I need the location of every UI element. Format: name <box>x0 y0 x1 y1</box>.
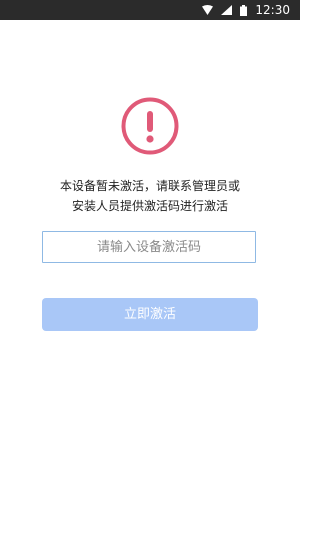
activation-message: 本设备暂未激活，请联系管理员或 安装人员提供激活码进行激活 <box>0 176 300 216</box>
status-bar: 12:30 <box>0 0 300 20</box>
battery-icon <box>240 4 248 16</box>
exclamation-circle-icon <box>121 97 179 155</box>
message-line-2: 安装人员提供激活码进行激活 <box>71 199 228 213</box>
activation-code-input[interactable] <box>42 231 256 263</box>
activate-now-button[interactable]: 立即激活 <box>42 298 258 331</box>
alert-icon-wrapper <box>121 97 179 155</box>
wifi-icon <box>202 5 214 15</box>
signal-icon <box>221 5 233 15</box>
status-time: 12:30 <box>255 3 290 17</box>
message-line-1: 本设备暂未激活，请联系管理员或 <box>59 179 240 193</box>
status-icons: 12:30 <box>202 0 290 20</box>
